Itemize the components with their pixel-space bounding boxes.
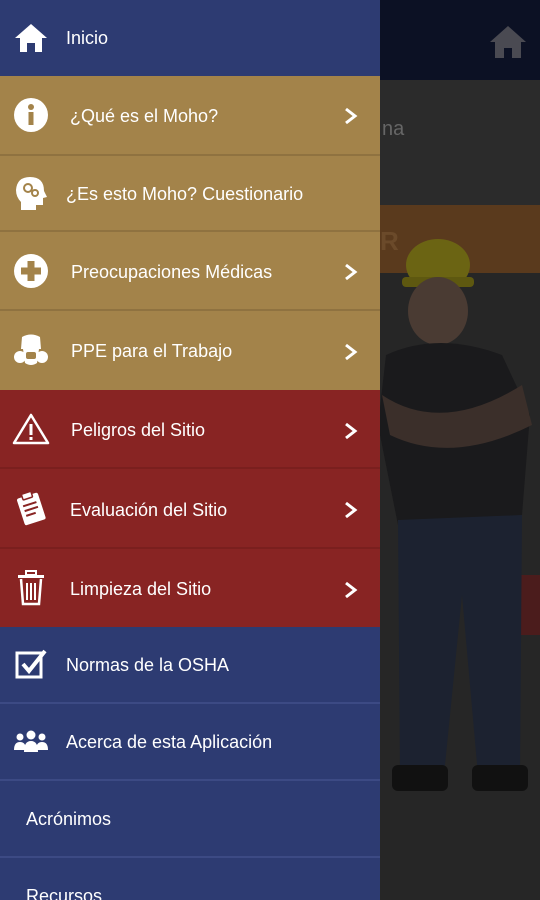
checkbox-icon bbox=[12, 646, 50, 684]
menu-item-que-es-el-moho[interactable]: ¿Qué es el Moho? bbox=[0, 76, 380, 155]
menu-item-limpieza-del-sitio[interactable]: Limpieza del Sitio bbox=[0, 549, 380, 627]
menu-item-ppe[interactable]: PPE para el Trabajo bbox=[0, 311, 380, 390]
chevron-right-icon bbox=[345, 343, 358, 361]
home-icon bbox=[12, 19, 50, 57]
menu-item-label: Acrónimos bbox=[26, 809, 112, 829]
menu-item-acerca[interactable]: Acerca de esta Aplicación bbox=[0, 704, 380, 780]
menu-item-cuestionario[interactable]: ¿Es esto Moho? Cuestionario bbox=[0, 156, 380, 232]
menu-item-label: Evaluación del Sitio bbox=[70, 500, 228, 520]
menu-item-evaluacion-del-sitio[interactable]: Evaluación del Sitio bbox=[0, 469, 380, 548]
info-icon bbox=[12, 96, 50, 134]
menu-item-label: ¿Es esto Moho? Cuestionario bbox=[66, 184, 304, 204]
menu-item-label: Normas de la OSHA bbox=[66, 655, 230, 675]
chevron-right-icon bbox=[345, 422, 358, 440]
partial-text: na bbox=[382, 118, 405, 140]
menu-item-label: ¿Qué es el Moho? bbox=[70, 106, 219, 126]
menu-item-peligros-del-sitio[interactable]: Peligros del Sitio bbox=[0, 390, 380, 468]
warning-icon bbox=[12, 410, 50, 448]
menu-item-label: Recursos bbox=[26, 886, 103, 900]
menu-item-label: Acerca de esta Aplicación bbox=[66, 732, 273, 752]
chevron-right-icon bbox=[345, 263, 358, 281]
menu-item-label: Limpieza del Sitio bbox=[70, 579, 212, 599]
worker-photo bbox=[378, 239, 532, 791]
menu-item-normas-osha[interactable]: Normas de la OSHA bbox=[0, 627, 380, 703]
menu-item-label: Inicio bbox=[66, 28, 109, 48]
trash-icon bbox=[12, 569, 50, 607]
group-icon bbox=[12, 723, 50, 761]
home-icon[interactable] bbox=[486, 20, 530, 64]
chevron-right-icon bbox=[345, 107, 358, 125]
navigation-drawer: Inicio ¿Qué es el Moho? ¿Es esto Moho? C… bbox=[0, 0, 380, 900]
medical-cross-icon bbox=[12, 252, 50, 290]
menu-item-label: Preocupaciones Médicas bbox=[71, 262, 273, 282]
menu-item-recursos[interactable]: Recursos bbox=[0, 858, 380, 900]
menu-item-preocupaciones-medicas[interactable]: Preocupaciones Médicas bbox=[0, 232, 380, 310]
chevron-right-icon bbox=[345, 581, 358, 599]
clipboard-icon bbox=[12, 489, 50, 527]
menu-item-label: Peligros del Sitio bbox=[71, 420, 206, 440]
menu-item-label: PPE para el Trabajo bbox=[71, 341, 233, 361]
menu-item-acronimos[interactable]: Acrónimos bbox=[0, 781, 380, 857]
menu-item-inicio[interactable]: Inicio bbox=[0, 0, 380, 76]
head-gears-icon bbox=[12, 174, 50, 212]
chevron-right-icon bbox=[345, 501, 358, 519]
respirator-icon bbox=[12, 332, 50, 370]
